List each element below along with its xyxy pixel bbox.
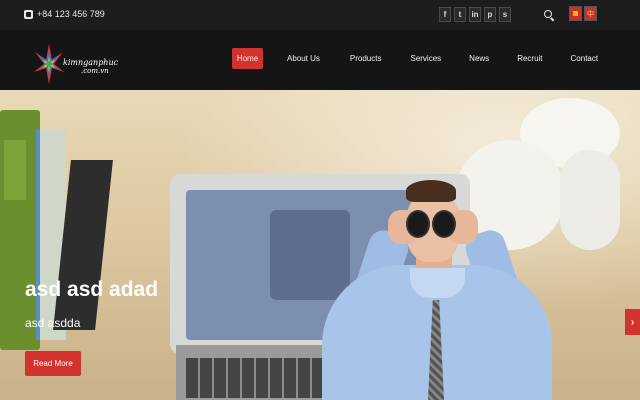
- pinterest-icon[interactable]: p: [484, 7, 496, 22]
- next-slide-arrow-icon[interactable]: ›: [625, 309, 640, 335]
- vietnam-flag-icon[interactable]: [569, 6, 582, 21]
- flag-star-icon: [573, 11, 578, 16]
- nav-recruit[interactable]: Recruit: [510, 48, 549, 69]
- search-icon[interactable]: [544, 10, 552, 18]
- phone-icon: [24, 9, 33, 19]
- primary-nav: Home About Us Products Services News Rec…: [232, 48, 605, 69]
- logo-star-icon: [34, 44, 64, 84]
- site-logo[interactable]: kimnganphuc .com.vn: [33, 42, 123, 86]
- top-bar: +84 123 456 789 f t in p s 中: [0, 0, 640, 30]
- slide-title: asd asd adad: [25, 278, 159, 301]
- china-flag-icon[interactable]: 中: [584, 6, 597, 21]
- social-links: f t in p s: [439, 7, 511, 22]
- binoculars-image: [406, 210, 430, 238]
- linkedin-icon[interactable]: in: [469, 7, 481, 22]
- logo-domain: .com.vn: [81, 67, 109, 75]
- nav-services[interactable]: Services: [403, 48, 448, 69]
- nav-products[interactable]: Products: [343, 48, 389, 69]
- nav-home[interactable]: Home: [232, 48, 263, 69]
- hero-slider: [0, 90, 640, 400]
- skype-icon[interactable]: s: [499, 7, 511, 22]
- nav-contact[interactable]: Contact: [564, 48, 606, 69]
- logo-name: kimnganphuc: [63, 58, 119, 67]
- slide-subtitle: asd asdda: [25, 316, 81, 330]
- logo-wordmark: kimnganphuc .com.vn: [63, 58, 118, 76]
- twitter-icon[interactable]: t: [454, 7, 466, 22]
- phone-number: +84 123 456 789: [37, 9, 105, 19]
- facebook-icon[interactable]: f: [439, 7, 451, 22]
- phone-contact[interactable]: +84 123 456 789: [24, 9, 105, 19]
- nav-about-us[interactable]: About Us: [280, 48, 327, 69]
- nav-news[interactable]: News: [462, 48, 496, 69]
- read-more-button[interactable]: Read More: [25, 351, 81, 376]
